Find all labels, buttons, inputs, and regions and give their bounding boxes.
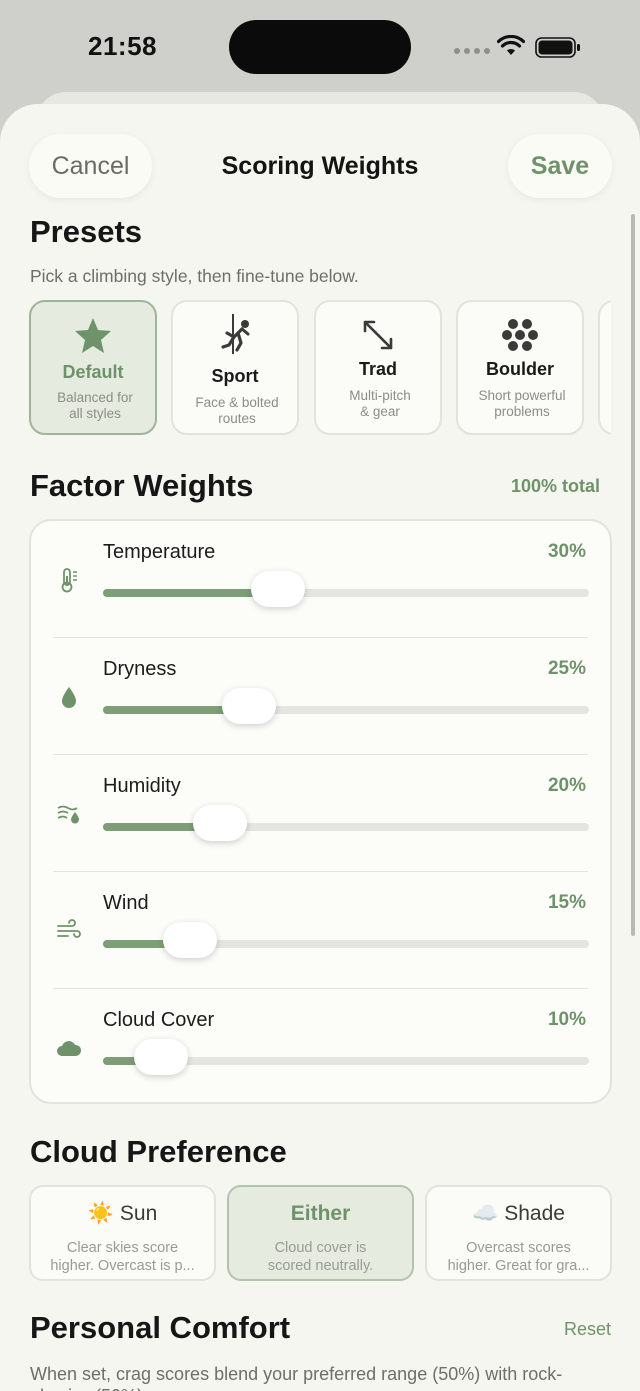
cloud-option-desc: Clear skies score higher. Overcast is p..… — [50, 1240, 195, 1274]
factor-value: 10% — [547, 1009, 586, 1030]
climber-icon — [173, 312, 297, 354]
factor-name: Dryness — [103, 658, 177, 680]
preset-default[interactable]: Default Balanced for all styles — [29, 300, 157, 435]
cloud-icon — [57, 1041, 82, 1056]
slider-thumb[interactable] — [193, 805, 247, 841]
status-time: 21:58 — [88, 31, 157, 61]
reset-button[interactable]: Reset — [564, 1319, 611, 1340]
preset-row[interactable]: Default Balanced for all styles Sport Fac… — [29, 300, 611, 437]
factor-humidity: Humidity 20% — [31, 755, 610, 872]
factor-dryness: Dryness 25% — [31, 638, 610, 755]
status-bar: 21:58 — [0, 0, 640, 95]
preset-label: Sport — [211, 366, 259, 386]
personal-comfort-title: Personal Comfort — [30, 1310, 291, 1345]
thermometer-icon — [61, 568, 77, 593]
cellular-signal-icon — [454, 48, 490, 54]
preset-desc: Face & bolted routes — [195, 395, 279, 426]
preset-desc: Multi-pitch & gear — [349, 388, 411, 419]
cloud-icon: ☁️ — [472, 1202, 499, 1225]
cloud-preference-title: Cloud Preference — [30, 1134, 287, 1169]
wind-icon — [57, 919, 81, 938]
factor-wind: Wind 15% — [31, 872, 610, 989]
cloud-option-desc: Overcast scores higher. Great for gra... — [447, 1240, 590, 1274]
preset-desc: Balanced for all styles — [57, 390, 133, 421]
preset-trad[interactable]: Trad Multi-pitch & gear — [314, 300, 442, 435]
cloud-option-sun[interactable]: ☀️ Sun Clear skies score higher. Overcast … — [29, 1185, 216, 1281]
factor-weights-title: Factor Weights — [30, 468, 254, 503]
save-button[interactable]: Save — [508, 134, 612, 198]
factor-name: Temperature — [103, 541, 216, 563]
battery-icon — [535, 37, 580, 58]
boulder-cluster-icon — [458, 318, 582, 358]
expand-arrows-icon — [316, 318, 440, 358]
cloud-option-label: Either — [290, 1202, 351, 1225]
slider-thumb[interactable] — [134, 1039, 188, 1075]
slider-thumb[interactable] — [251, 571, 305, 607]
preset-desc: Short powerful problems — [478, 388, 566, 419]
factor-name: Humidity — [103, 775, 181, 797]
preset-sport[interactable]: Sport Face & bolted routes — [171, 300, 299, 435]
preset-boulder[interactable]: Boulder Short powerful problems — [456, 300, 584, 435]
cloud-option-desc: Cloud cover is scored neutrally. — [267, 1240, 374, 1274]
slider-thumb[interactable] — [163, 922, 217, 958]
factor-value: 15% — [547, 892, 586, 913]
factor-weights-card: Temperature 30% Dryness 25% Humidity 20%… — [29, 519, 612, 1104]
factor-value: 25% — [547, 658, 586, 679]
factor-name: Cloud Cover — [103, 1009, 215, 1031]
scrollbar[interactable] — [631, 214, 635, 936]
sun-icon: ☀️ — [87, 1202, 114, 1225]
presets-subtitle: Pick a climbing style, then fine-tune be… — [30, 266, 359, 286]
dynamic-island — [229, 20, 411, 74]
drop-icon — [62, 687, 76, 708]
slider-track[interactable] — [103, 922, 589, 958]
cloud-option-label: Sun — [119, 1202, 158, 1225]
scoring-weights-sheet: Cancel Scoring Weights Save Presets Pick… — [0, 104, 640, 1391]
cloud-option-shade[interactable]: ☁️ Shade Overcast scores higher. Great for… — [425, 1185, 612, 1281]
preset-label: Boulder — [485, 359, 554, 379]
factor-value: 30% — [547, 541, 586, 562]
slider-track[interactable] — [103, 571, 589, 607]
slider-thumb[interactable] — [222, 688, 276, 724]
factor-name: Wind — [103, 892, 149, 914]
factor-cloud-cover: Cloud Cover 10% — [31, 989, 610, 1106]
humidity-icon — [57, 805, 79, 824]
preset-label: Default — [62, 362, 124, 382]
wifi-icon — [497, 35, 525, 55]
factor-value: 20% — [547, 775, 586, 796]
cloud-option-either[interactable]: Either Cloud cover is scored neutrally. — [227, 1185, 414, 1281]
slider-track[interactable] — [103, 1039, 589, 1075]
preset-more[interactable] — [598, 300, 611, 435]
preset-label: Trad — [358, 359, 397, 379]
star-icon — [31, 316, 155, 356]
slider-track[interactable] — [103, 688, 589, 724]
cloud-option-label: Shade — [504, 1202, 565, 1225]
weights-total: 100% total — [511, 476, 601, 496]
slider-track[interactable] — [103, 805, 589, 841]
presets-title: Presets — [30, 214, 143, 249]
comfort-description: When set, crag scores blend your preferr… — [30, 1364, 563, 1391]
factor-temperature: Temperature 30% — [31, 521, 610, 638]
